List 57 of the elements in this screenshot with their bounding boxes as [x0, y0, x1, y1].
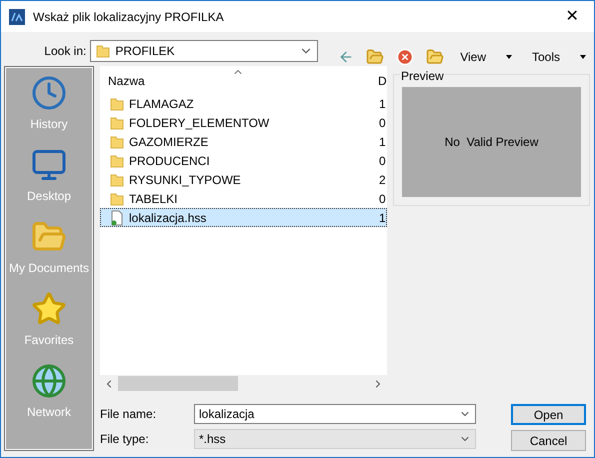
look-in-value: PROFILEK	[115, 43, 175, 60]
star-icon	[30, 291, 67, 327]
app-logo-icon	[9, 8, 25, 24]
file-row[interactable]: GAZOMIERZE 1	[100, 132, 387, 151]
menu-button[interactable]: Tools	[524, 48, 594, 66]
table-cell-text: 1	[379, 96, 386, 112]
close-button[interactable]: ✕	[550, 1, 594, 32]
folder-icon	[366, 48, 384, 66]
file-name: PRODUCENCI	[129, 152, 211, 170]
table-cell-text: 1	[379, 134, 386, 150]
folder-icon	[109, 114, 125, 130]
file-name: TABELKI	[129, 190, 178, 208]
delete-icon	[396, 48, 414, 66]
menu-button[interactable]: View	[452, 48, 520, 66]
dialog-button[interactable]: Open	[511, 404, 586, 425]
file-name: GAZOMIERZE	[129, 134, 210, 150]
globe-icon	[30, 363, 67, 399]
file-row[interactable]: FLAMAGAZ 1	[100, 94, 387, 113]
field-value: lokalizacja	[199, 406, 254, 423]
table-cell-text: 1	[379, 210, 386, 226]
field-label: File name:	[100, 406, 158, 423]
field-value: *.hss	[199, 431, 226, 448]
file-name: FOLDERY_ELEMENTOW	[129, 114, 270, 132]
file-name: lokalizacja.hss	[129, 210, 208, 226]
file-row[interactable]: RYSUNKI_TYPOWE 2	[100, 170, 387, 189]
preview-message: No Valid Preview	[444, 134, 538, 151]
folder-icon	[95, 43, 112, 59]
look-in-dropdown[interactable]: PROFILEK	[90, 40, 318, 62]
folder-icon	[109, 152, 125, 168]
file-row[interactable]: FOLDERY_ELEMENTOW 0	[100, 113, 387, 132]
dropdown-arrow-icon	[580, 55, 586, 59]
folder-icon	[109, 96, 125, 112]
column-header[interactable]: D	[378, 72, 387, 90]
file-row[interactable]: TABELKI 0	[100, 189, 387, 208]
file-name: FLAMAGAZ	[129, 96, 195, 112]
table-cell-text: 2	[379, 172, 386, 188]
file-row[interactable]: PRODUCENCI 0	[100, 151, 387, 170]
table-cell-text: 0	[379, 114, 386, 132]
window-title: Wskaż plik lokalizacyjny PROFILKA	[33, 8, 224, 26]
file-name-field[interactable]: lokalizacja	[194, 404, 476, 424]
table-cell-text: 0	[379, 152, 386, 170]
clock-icon	[31, 75, 67, 111]
monitor-icon	[31, 147, 67, 183]
field-label: File type:	[100, 431, 150, 448]
file-type-dropdown[interactable]: *.hss	[194, 429, 476, 449]
folder-icon	[109, 172, 125, 188]
scrollbar-thumb[interactable]	[118, 376, 238, 391]
table-cell-text: 0	[379, 190, 386, 208]
file-name: RYSUNKI_TYPOWE	[129, 172, 242, 188]
folder-icon	[426, 48, 444, 66]
document-icon	[109, 210, 125, 226]
file-row[interactable]: lokalizacja.hss 1	[100, 208, 387, 227]
dialog-button[interactable]: Cancel	[511, 430, 586, 451]
look-in-label: Look in:	[43, 43, 88, 60]
folder-icon	[109, 134, 125, 150]
column-header[interactable]: Nazwa	[108, 72, 378, 90]
dropdown-arrow-icon	[506, 55, 512, 59]
